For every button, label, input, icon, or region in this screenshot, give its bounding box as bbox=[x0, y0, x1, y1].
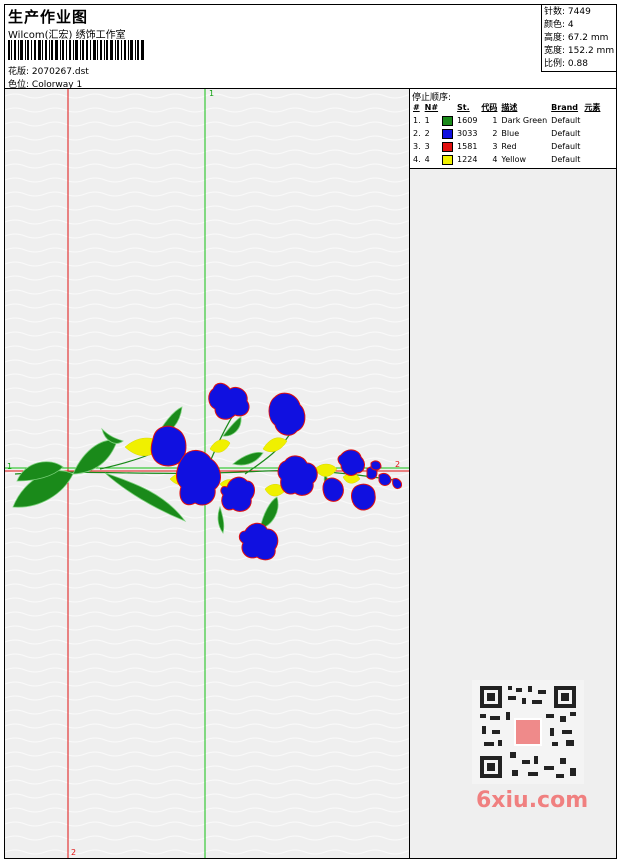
col-element: 元素 bbox=[584, 103, 601, 112]
table-row: 4. 4 1224 4 Yellow Default bbox=[413, 154, 581, 165]
stat-stitches: 针数: 7449 bbox=[544, 7, 591, 17]
table-row: 2. 2 3033 2 Blue Default bbox=[413, 128, 581, 139]
header: 生产作业图 Wilcom(汇宏) 绣饰工作室 花版: 2070267.dst 色… bbox=[4, 4, 617, 90]
stat-colors: 颜色: 4 bbox=[544, 20, 574, 30]
col-number: N# bbox=[424, 103, 439, 112]
color-swatch bbox=[442, 154, 454, 165]
company-name: Wilcom(汇宏) 绣饰工作室 bbox=[8, 30, 126, 41]
red-horizontal-label: 2 bbox=[395, 460, 401, 469]
table-row: 1. 1 1609 1 Dark Green Default bbox=[413, 115, 581, 126]
stat-scale: 比例: 0.88 bbox=[544, 59, 588, 69]
col-code: 代码 bbox=[481, 103, 498, 112]
color-swatch bbox=[442, 141, 454, 152]
watermark: 6xiu.com bbox=[476, 788, 589, 813]
stop-sequence-table: # N# St. 代码 描述 Brand 元素 1. 1 1609 1 Dark… bbox=[411, 101, 602, 166]
col-index: # bbox=[413, 103, 420, 112]
barcode bbox=[8, 40, 144, 60]
flower-9 bbox=[322, 477, 344, 502]
stop-sequence-panel: 停止顺序: # N# St. 代码 描述 Brand 元素 1. 1 1609 … bbox=[409, 89, 616, 169]
design-line: 花版: 2070267.dst bbox=[8, 64, 89, 77]
stats-box: 针数: 7449 颜色: 4 高度: 67.2 mm 宽度: 152.2 mm … bbox=[541, 4, 617, 72]
col-brand: Brand bbox=[551, 103, 579, 112]
design-value: 2070267.dst bbox=[31, 67, 89, 77]
table-header: # N# St. 代码 描述 Brand 元素 bbox=[411, 101, 602, 114]
green-horizontal-label: 1 bbox=[7, 462, 13, 471]
design-canvas: 1 2 1 2 bbox=[5, 89, 409, 858]
table-row: 3. 3 1581 3 Red Default bbox=[413, 141, 581, 152]
stat-width: 宽度: 152.2 mm bbox=[544, 46, 615, 56]
color-swatch bbox=[442, 115, 454, 126]
green-vertical-label: 1 bbox=[209, 89, 215, 98]
col-color bbox=[440, 101, 455, 114]
flower-12 bbox=[378, 472, 392, 486]
red-vertical-label: 2 bbox=[71, 848, 77, 857]
page-title: 生产作业图 bbox=[8, 8, 89, 26]
col-stitches: St. bbox=[457, 103, 470, 112]
qr-logo bbox=[514, 718, 542, 746]
flower-10 bbox=[351, 483, 376, 511]
stat-height: 高度: 67.2 mm bbox=[544, 33, 609, 43]
col-description: 描述 bbox=[501, 103, 518, 112]
color-swatch bbox=[442, 128, 454, 139]
flower-14 bbox=[370, 460, 382, 471]
embroidery-preview bbox=[5, 89, 409, 858]
design-label: 花版: bbox=[8, 67, 30, 77]
